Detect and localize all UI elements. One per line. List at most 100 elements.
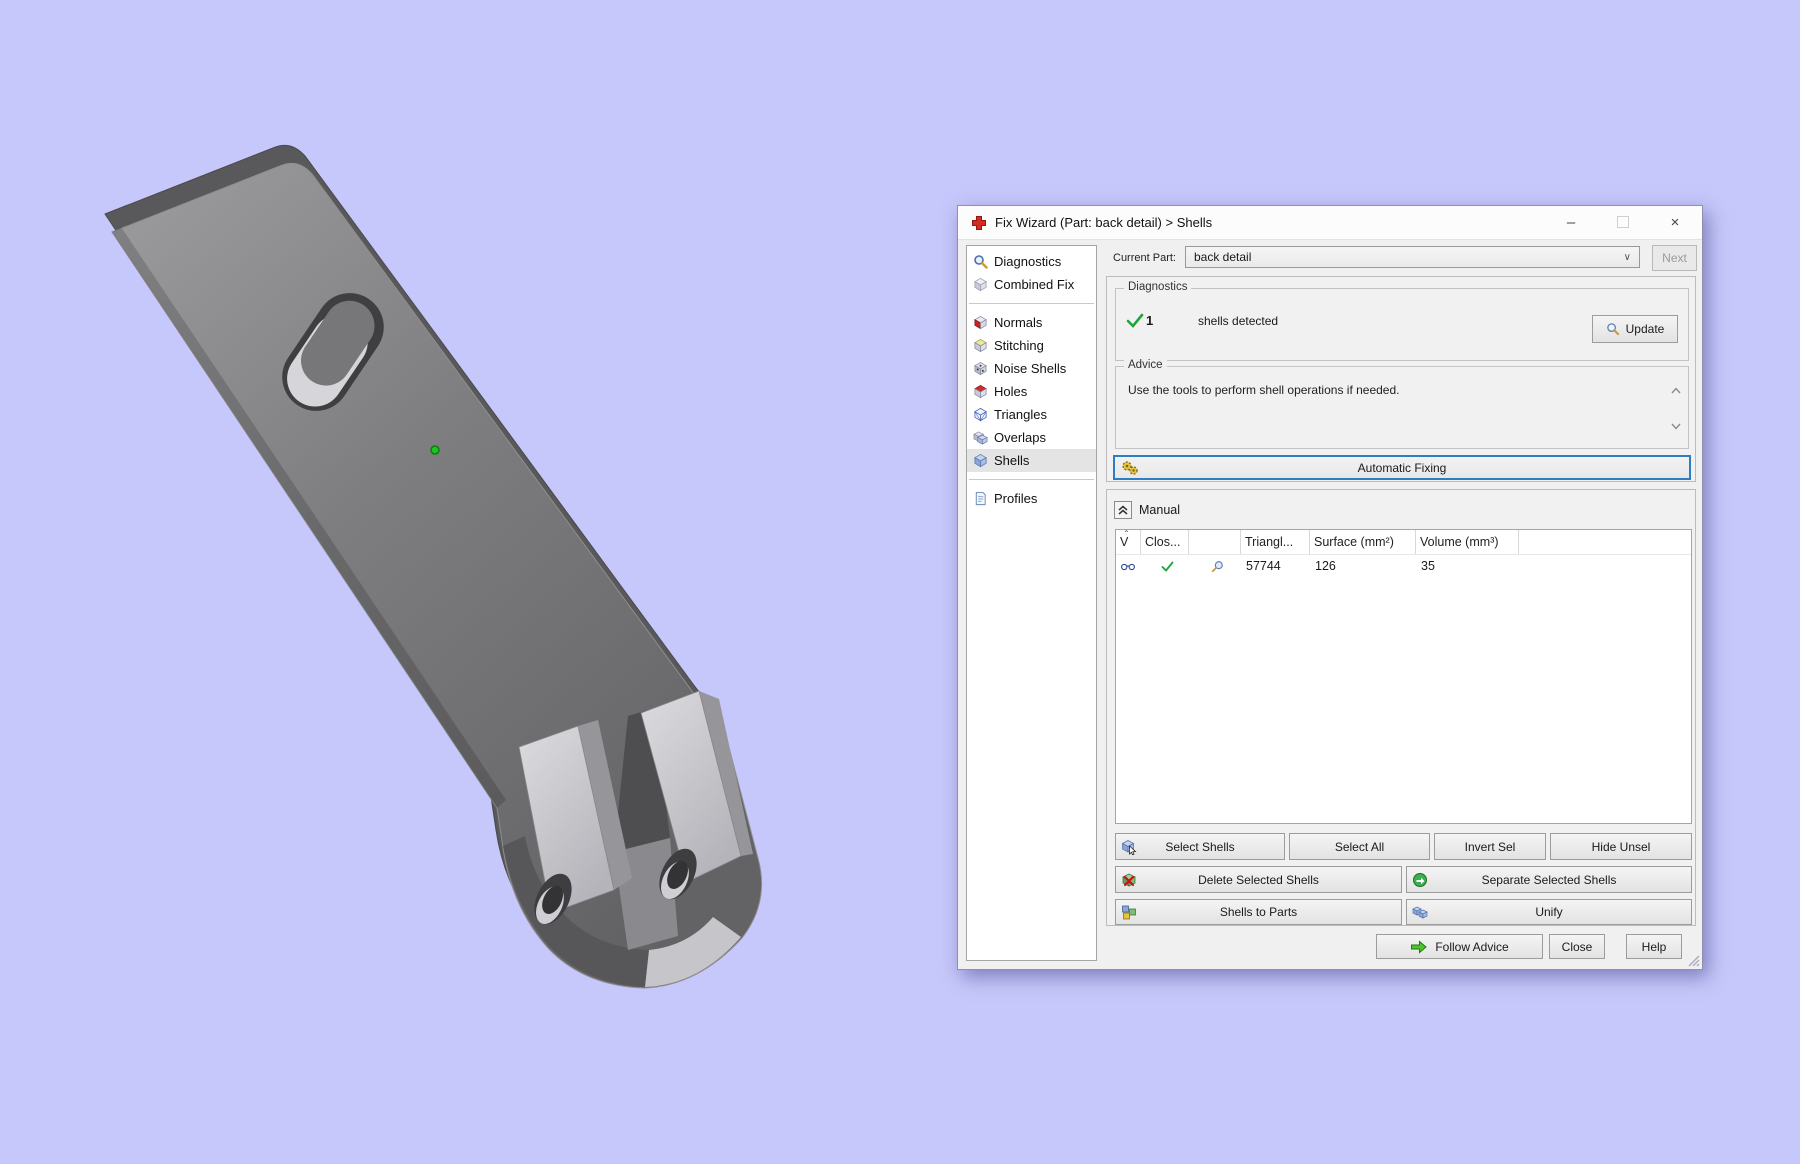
scroll-down-icon[interactable] bbox=[1669, 419, 1683, 433]
sidebar-item-label: Noise Shells bbox=[994, 361, 1067, 376]
select-shells-label: Select Shells bbox=[1165, 839, 1235, 854]
column-header-visible[interactable]: ⌃ V bbox=[1116, 529, 1141, 554]
cube-red-face-icon bbox=[973, 315, 988, 330]
sidebar-item-stitching[interactable]: Stitching bbox=[967, 334, 1096, 357]
update-button[interactable]: Update bbox=[1592, 315, 1678, 343]
sidebar-item-label: Combined Fix bbox=[994, 277, 1075, 292]
sidebar-item-label: Profiles bbox=[994, 491, 1038, 506]
sidebar-item-label: Stitching bbox=[994, 338, 1044, 353]
select-shells-button[interactable]: Select Shells bbox=[1115, 833, 1285, 860]
sidebar-item-shells[interactable]: Shells bbox=[967, 449, 1096, 472]
column-header-inspect[interactable] bbox=[1189, 530, 1241, 554]
cube-delete-icon bbox=[1121, 872, 1137, 888]
column-header-triangles[interactable]: Triangl... bbox=[1241, 530, 1310, 554]
magnifier-icon[interactable] bbox=[1211, 560, 1224, 573]
sidebar-item-profiles[interactable]: Profiles bbox=[967, 487, 1096, 510]
window-title: Fix Wizard (Part: back detail) > Shells bbox=[995, 215, 1213, 230]
diagnostics-message: shells detected bbox=[1198, 314, 1279, 328]
double-chevron-up-icon bbox=[1118, 505, 1128, 515]
wizard-step-list: Diagnostics Combined Fix Normals Stitchi… bbox=[966, 245, 1097, 961]
sidebar-item-label: Diagnostics bbox=[994, 254, 1062, 269]
shell-row[interactable]: 57744 126 35 bbox=[1116, 555, 1691, 577]
sidebar-item-label: Overlaps bbox=[994, 430, 1047, 445]
current-part-value: back detail bbox=[1194, 250, 1252, 264]
magnifier-icon bbox=[1606, 322, 1620, 336]
cube-wireframe-icon bbox=[973, 407, 988, 422]
delete-selected-shells-button[interactable]: Delete Selected Shells bbox=[1115, 866, 1402, 893]
sidebar-item-combined-fix[interactable]: Combined Fix bbox=[967, 273, 1096, 296]
scroll-up-icon[interactable] bbox=[1669, 383, 1683, 397]
update-label: Update bbox=[1625, 322, 1665, 336]
surface-value: 126 bbox=[1315, 559, 1336, 573]
triangles-value: 57744 bbox=[1246, 559, 1281, 573]
manual-label: Manual bbox=[1139, 503, 1180, 517]
advice-group: Advice Use the tools to perform shell op… bbox=[1115, 359, 1689, 449]
advice-group-label: Advice bbox=[1124, 359, 1167, 371]
sidebar-item-overlaps[interactable]: Overlaps bbox=[967, 426, 1096, 449]
hide-unselected-button[interactable]: Hide Unsel bbox=[1550, 833, 1692, 860]
cubes-overlap-icon bbox=[973, 430, 988, 445]
cube-dots-icon bbox=[973, 361, 988, 376]
cube-blue-icon bbox=[973, 453, 988, 468]
sidebar-item-holes[interactable]: Holes bbox=[967, 380, 1096, 403]
collapse-manual-button[interactable] bbox=[1114, 501, 1132, 519]
close-button[interactable]: Close bbox=[1549, 934, 1605, 959]
table-header-row: ⌃ V Clos... Triangl... Surface (mm²) Vol… bbox=[1116, 529, 1691, 555]
automatic-fixing-label: Automatic Fixing bbox=[1357, 460, 1447, 475]
shell-marker-dot bbox=[430, 445, 440, 455]
close-window-button[interactable]: × bbox=[1655, 206, 1695, 238]
minimize-button[interactable]: – bbox=[1551, 206, 1591, 238]
current-part-dropdown[interactable]: back detail ∨ bbox=[1185, 246, 1640, 268]
cube-red-top-icon bbox=[973, 384, 988, 399]
current-part-label: Current Part: bbox=[1113, 252, 1176, 264]
cubes-to-parts-icon bbox=[1121, 904, 1137, 920]
sidebar-item-noise-shells[interactable]: Noise Shells bbox=[967, 357, 1096, 380]
3d-model-back-detail bbox=[104, 144, 763, 989]
next-button[interactable]: Next bbox=[1652, 245, 1697, 271]
fix-wizard-cross-icon bbox=[971, 215, 987, 231]
advice-text: Use the tools to perform shell operation… bbox=[1128, 383, 1400, 397]
green-arrow-icon bbox=[1410, 939, 1428, 954]
column-header-closed[interactable]: Clos... bbox=[1141, 530, 1189, 554]
document-icon bbox=[973, 491, 988, 506]
separate-selected-shells-button[interactable]: Separate Selected Shells bbox=[1406, 866, 1692, 893]
maximize-button[interactable] bbox=[1603, 206, 1643, 238]
automatic-section: Diagnostics 1 shells detected Update Adv… bbox=[1106, 276, 1696, 482]
diagnostics-group: Diagnostics 1 shells detected Update bbox=[1115, 281, 1689, 361]
volume-value: 35 bbox=[1421, 559, 1435, 573]
shells-to-parts-button[interactable]: Shells to Parts bbox=[1115, 899, 1402, 925]
sidebar-item-label: Shells bbox=[994, 453, 1030, 468]
resize-grip[interactable] bbox=[1686, 953, 1700, 967]
desktop: { "window": { "title": "Fix Wizard (Part… bbox=[0, 0, 1800, 1164]
sidebar-item-triangles[interactable]: Triangles bbox=[967, 403, 1096, 426]
gears-icon bbox=[1121, 460, 1139, 476]
cube-icon bbox=[973, 277, 988, 292]
manual-section: Manual ⌃ V Clos... Triangl... Surface (m… bbox=[1106, 489, 1696, 926]
chevron-down-icon: ∨ bbox=[1623, 251, 1631, 263]
diagnostics-group-label: Diagnostics bbox=[1124, 281, 1192, 293]
column-header-volume[interactable]: Volume (mm³) bbox=[1416, 530, 1519, 554]
sort-ascending-icon: ⌃ bbox=[1123, 529, 1130, 538]
sidebar-item-diagnostics[interactable]: Diagnostics bbox=[967, 250, 1096, 273]
sidebar-item-normals[interactable]: Normals bbox=[967, 311, 1096, 334]
follow-advice-button[interactable]: Follow Advice bbox=[1376, 934, 1543, 959]
maximize-icon bbox=[1617, 216, 1629, 228]
cube-cursor-icon bbox=[1121, 839, 1137, 855]
sidebar-item-label: Triangles bbox=[994, 407, 1047, 422]
glasses-icon bbox=[1121, 562, 1135, 571]
invert-selection-button[interactable]: Invert Sel bbox=[1434, 833, 1546, 860]
cube-separate-icon bbox=[1412, 872, 1428, 888]
check-icon bbox=[1161, 561, 1174, 572]
help-button[interactable]: Help bbox=[1626, 934, 1682, 959]
column-header-surface[interactable]: Surface (mm²) bbox=[1310, 530, 1416, 554]
select-all-button[interactable]: Select All bbox=[1289, 833, 1430, 860]
sidebar-separator bbox=[969, 479, 1094, 480]
automatic-fixing-button[interactable]: Automatic Fixing bbox=[1113, 455, 1691, 480]
shell-count: 1 bbox=[1146, 313, 1154, 328]
fix-wizard-dialog: Fix Wizard (Part: back detail) > Shells … bbox=[957, 205, 1703, 970]
column-header-spacer bbox=[1519, 530, 1691, 554]
check-icon bbox=[1126, 313, 1144, 329]
unify-button[interactable]: Unify bbox=[1406, 899, 1692, 925]
sidebar-separator bbox=[969, 303, 1094, 304]
sidebar-item-label: Holes bbox=[994, 384, 1028, 399]
